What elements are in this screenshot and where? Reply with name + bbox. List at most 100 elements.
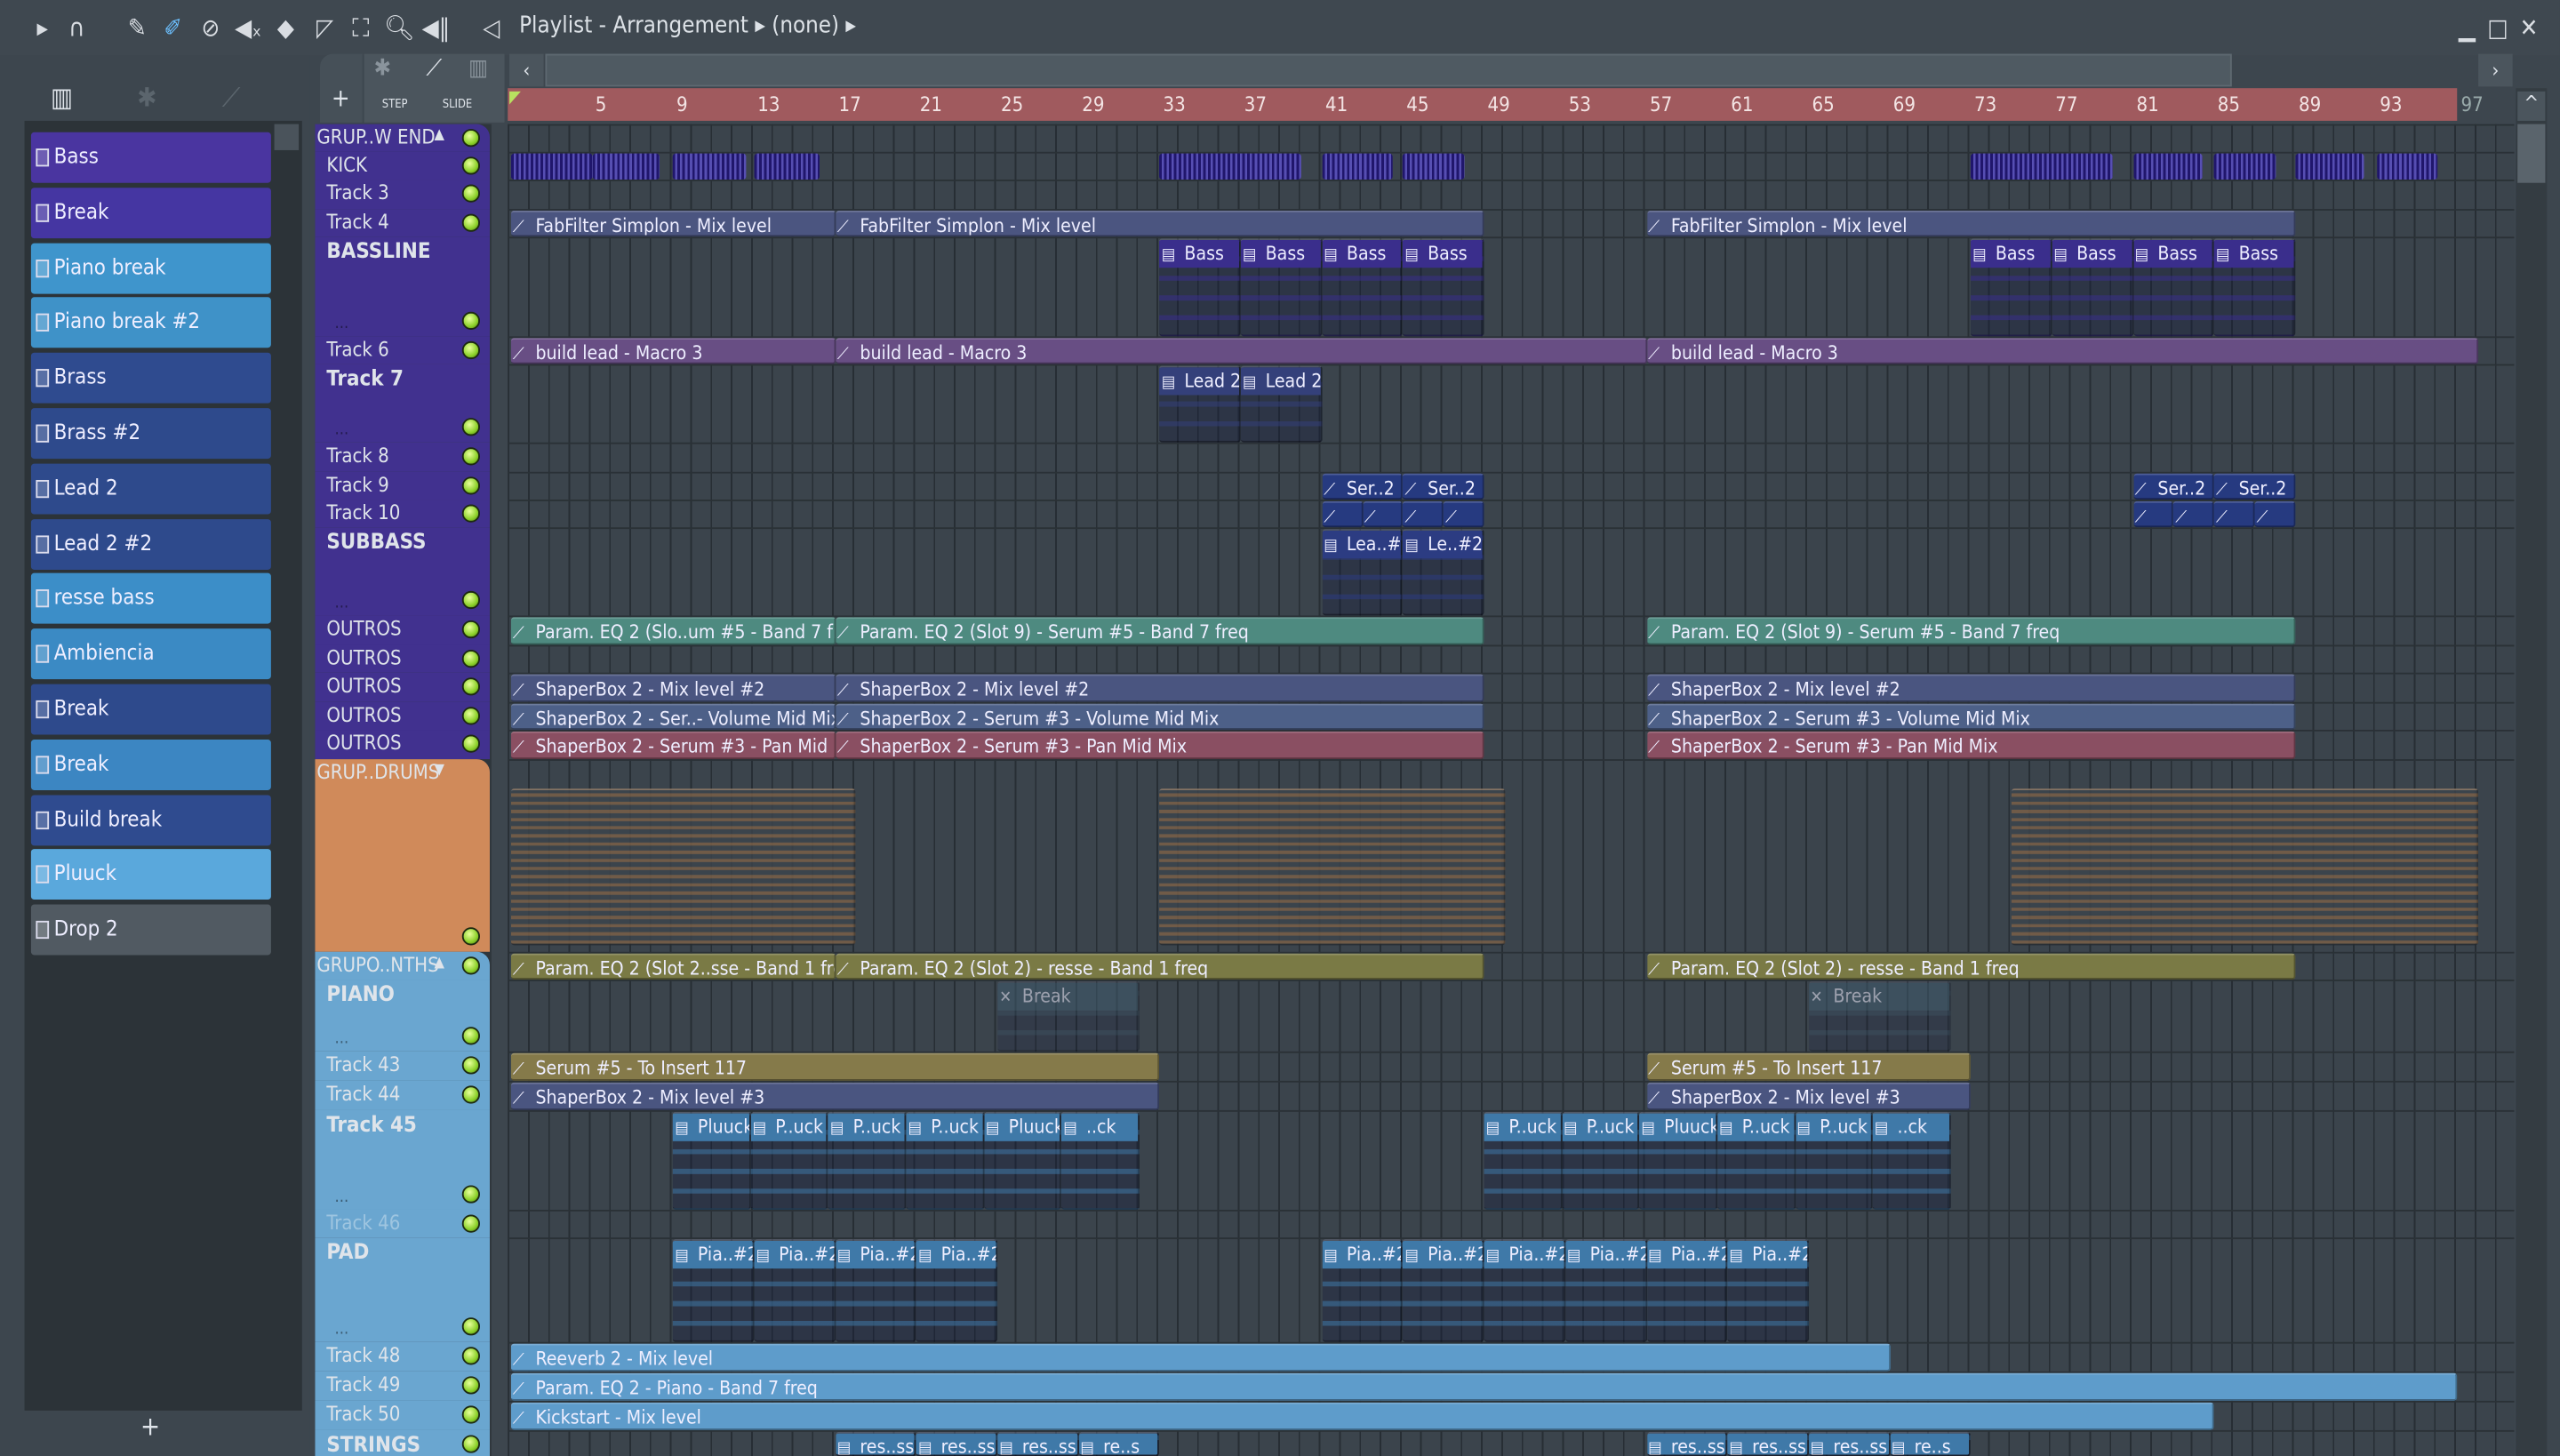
automation-clip[interactable]: Param. EQ 2 (Slo..um #5 - Band 7 freq ⟋ bbox=[510, 617, 836, 645]
automation-clip[interactable]: Param. EQ 2 (Slot 9) - Serum #5 - Band 7… bbox=[835, 617, 1484, 645]
automation-clip[interactable]: FabFilter Simplon - Mix level ⟋ bbox=[1646, 210, 2296, 237]
pattern-clip[interactable]: Pia..#2 ▤ bbox=[1322, 1239, 1404, 1342]
track-header[interactable]: OUTROS bbox=[315, 672, 491, 702]
automation-clip[interactable]: ShaperBox 2 - Mix level #2 ⟋ bbox=[835, 674, 1484, 702]
pattern-item[interactable]: Piano break #2 bbox=[30, 297, 271, 348]
automation-filter-icon[interactable]: ⟋ bbox=[426, 55, 442, 81]
pattern-clip[interactable]: Break ✕ bbox=[997, 980, 1140, 1052]
pattern-list-scrollbar[interactable] bbox=[274, 124, 300, 150]
pattern-clip[interactable]: Lea..#2▤ bbox=[1322, 529, 1404, 616]
automation-clip[interactable]: Ser..2 ⟋ bbox=[1403, 473, 1484, 500]
pattern-item[interactable]: Brass #2 bbox=[30, 408, 271, 460]
pattern-clip[interactable]: P..uck ▤ bbox=[1795, 1111, 1873, 1210]
track-mute-led[interactable] bbox=[461, 956, 480, 975]
track-header[interactable]: Track 6 bbox=[315, 336, 491, 364]
pattern-clip[interactable]: res..ss ▤ bbox=[916, 1431, 998, 1456]
pattern-clip[interactable]: ..ck ▤ bbox=[1872, 1111, 1951, 1210]
automation-clip[interactable]: ShaperBox 2 - Serum #3 - Pan Mid Mix ⟋ bbox=[1646, 731, 2296, 760]
automation-clip[interactable]: ShaperBox 2 - Mix level #2 ⟋ bbox=[1646, 674, 2296, 702]
automation-clip[interactable]: ⟋ bbox=[2173, 500, 2215, 528]
track-mute-led[interactable] bbox=[461, 340, 480, 360]
magnet-icon[interactable]: ∩ bbox=[62, 13, 92, 43]
delete-icon[interactable]: ⊘ bbox=[196, 13, 225, 43]
pattern-filter-icon[interactable]: ▥ bbox=[468, 55, 488, 81]
pattern-selector[interactable]: (none) bbox=[772, 13, 839, 39]
automation-clip[interactable]: FabFilter Simplon - Mix level ⟋ bbox=[835, 210, 1484, 237]
track-header[interactable]: Track 4 bbox=[315, 209, 491, 237]
automation-clip[interactable]: ⟋ bbox=[2254, 500, 2296, 528]
pattern-clip[interactable]: Pia..#2 ▤ bbox=[1646, 1239, 1728, 1342]
track-mute-led[interactable] bbox=[461, 620, 480, 639]
select-icon[interactable]: ⛶ bbox=[346, 13, 375, 43]
pattern-item[interactable]: Piano break bbox=[30, 242, 271, 293]
track-lane[interactable] bbox=[508, 527, 2515, 615]
track-resize-handle[interactable]: ... bbox=[335, 1030, 349, 1048]
track-lane[interactable] bbox=[508, 364, 2515, 443]
track-mute-led[interactable] bbox=[461, 1376, 480, 1395]
automation-clip[interactable]: ⟋ bbox=[1444, 500, 1484, 528]
automation-clip[interactable]: ⟋ bbox=[2132, 500, 2174, 528]
track-resize-handle[interactable]: ... bbox=[335, 315, 349, 332]
clip[interactable] bbox=[510, 153, 593, 180]
pattern-item[interactable]: Break bbox=[30, 684, 271, 735]
track-mute-led[interactable] bbox=[461, 1317, 480, 1336]
pattern-clip[interactable]: Bass ▤ bbox=[2052, 238, 2133, 337]
pattern-clip[interactable]: res..ss ▤ bbox=[1646, 1431, 1728, 1456]
track-mute-led[interactable] bbox=[461, 1435, 480, 1453]
automation-clip[interactable]: ShaperBox 2 - Ser..- Volume Mid Mix ⟋ bbox=[510, 703, 836, 731]
pattern-clip[interactable]: P..uck ▤ bbox=[1717, 1111, 1796, 1210]
track-header[interactable]: KICK bbox=[315, 151, 491, 180]
clip[interactable] bbox=[2011, 788, 2478, 946]
automation-clip[interactable]: ShaperBox 2 - Mix level #3 ⟋ bbox=[510, 1082, 1160, 1110]
track-mute-led[interactable] bbox=[461, 677, 480, 696]
clip[interactable] bbox=[2214, 153, 2276, 180]
track-header[interactable]: Track 44 bbox=[315, 1080, 491, 1110]
group-toggle-icon[interactable]: ▼ bbox=[435, 763, 444, 779]
automation-clip[interactable]: Reeverb 2 - Mix level ⟋ bbox=[510, 1343, 1891, 1372]
track-lane[interactable] bbox=[508, 980, 2515, 1052]
track-mute-led[interactable] bbox=[461, 129, 480, 148]
pattern-clip[interactable]: P..uck ▤ bbox=[1562, 1111, 1640, 1210]
automation-clip[interactable]: Ser..2 ⟋ bbox=[2132, 473, 2215, 500]
group-toggle-icon[interactable]: ▲ bbox=[435, 127, 444, 143]
pattern-clip[interactable]: Pluuck ▤ bbox=[1639, 1111, 1717, 1210]
track-mute-led[interactable] bbox=[461, 927, 480, 946]
pattern-clip[interactable]: P..uck ▤ bbox=[750, 1111, 829, 1210]
track-mute-led[interactable] bbox=[461, 447, 480, 466]
automation-clip[interactable]: FabFilter Simplon - Mix level ⟋ bbox=[510, 210, 836, 237]
automation-icon[interactable]: ⟋ bbox=[222, 82, 241, 115]
track-header[interactable]: OUTROS bbox=[315, 730, 491, 760]
pattern-clip[interactable]: Bass ▤ bbox=[1159, 238, 1242, 337]
automation-clip[interactable]: Ser..2 ⟋ bbox=[2214, 473, 2296, 500]
pattern-clip[interactable]: Pia..#2 ▤ bbox=[1565, 1239, 1647, 1342]
track-header[interactable]: Track 8 bbox=[315, 442, 491, 472]
track-header[interactable]: PIANO... bbox=[315, 980, 491, 1052]
automation-clip[interactable]: ShaperBox 2 - Serum #3 - Pan Mid Mix ⟋ bbox=[835, 731, 1484, 760]
pattern-clip[interactable]: Lead 2 ▤ bbox=[1241, 365, 1323, 443]
pattern-clip[interactable]: Pluuck ▤ bbox=[984, 1111, 1062, 1210]
slice-icon[interactable]: ◸ bbox=[310, 13, 340, 43]
track-header[interactable]: Track 7... bbox=[315, 364, 491, 443]
automation-clip[interactable]: ShaperBox 2 - Serum #3 - Volume Mid Mix ⟋ bbox=[1646, 703, 2296, 731]
pattern-clip[interactable]: P..uck ▤ bbox=[906, 1111, 985, 1210]
overview-scrollbar[interactable] bbox=[545, 53, 2232, 87]
pattern-clip[interactable]: Bass ▤ bbox=[1971, 238, 2052, 337]
pattern-clip[interactable]: res..ss ▤ bbox=[1727, 1431, 1809, 1456]
clip[interactable] bbox=[2132, 153, 2203, 180]
arrangement-grid[interactable]: FabFilter Simplon - Mix level ⟋ FabFilter … bbox=[508, 124, 2515, 1456]
automation-clip[interactable]: ⟋ bbox=[1322, 500, 1363, 528]
track-mute-led[interactable] bbox=[461, 418, 480, 436]
paint-brush-icon[interactable]: ✐ bbox=[158, 13, 188, 43]
track-header[interactable]: Track 45... bbox=[315, 1109, 491, 1210]
pattern-item[interactable]: Pluuck bbox=[30, 849, 271, 900]
track-header[interactable]: STRINGS bbox=[315, 1429, 491, 1456]
pattern-clip[interactable]: Break ✕ bbox=[1808, 980, 1951, 1052]
scroll-right-button[interactable]: › bbox=[2478, 53, 2513, 87]
track-resize-handle[interactable]: ... bbox=[335, 421, 349, 439]
piano-roll-icon[interactable]: ▥ bbox=[51, 82, 73, 113]
automation-clip[interactable]: Serum #5 - To Insert 117 ⟋ bbox=[510, 1052, 1160, 1081]
automation-clip[interactable]: Param. EQ 2 (Slot 9) - Serum #5 - Band 7… bbox=[1646, 617, 2296, 645]
pattern-item[interactable]: Brass bbox=[30, 353, 271, 404]
track-header[interactable]: Track 50 bbox=[315, 1400, 491, 1430]
track-mute-led[interactable] bbox=[461, 213, 480, 232]
